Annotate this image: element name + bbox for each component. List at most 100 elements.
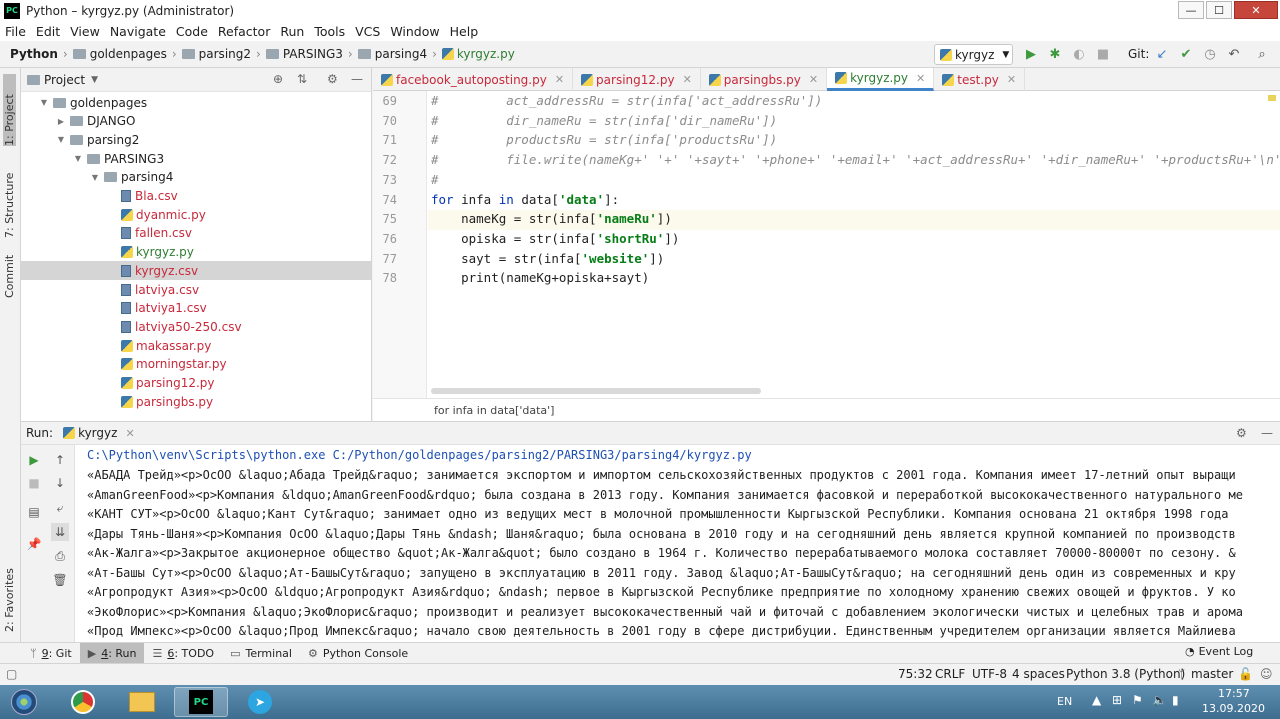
editor-tab[interactable]: facebook_autoposting.py ✕ — [373, 68, 574, 91]
search-icon[interactable]: ⌕ — [1254, 46, 1270, 62]
project-tool-button[interactable]: 1: Project — [3, 74, 16, 146]
code-line[interactable]: print(nameKg+opiska+sayt) — [431, 270, 649, 285]
git-commit-icon[interactable]: ✔ — [1178, 46, 1194, 62]
console-command[interactable]: C:\Python\venv\Scripts\python.exe C:/Pyt… — [87, 448, 752, 462]
tool-button-todo[interactable]: ☰ 6: TODO — [144, 643, 222, 664]
start-button[interactable] — [4, 687, 44, 717]
tool-button-run[interactable]: ▶ 4: Run — [79, 642, 145, 664]
tree-item[interactable]: kyrgyz.csv — [21, 261, 371, 281]
code-line[interactable]: # productsRu = str(infa['productsRu']) — [431, 132, 777, 147]
menu-window[interactable]: Window — [390, 24, 439, 39]
language-indicator[interactable]: EN — [1057, 695, 1072, 708]
tree-item[interactable]: ▼ goldenpages — [21, 93, 371, 112]
tool-button-terminal[interactable]: ▭ Terminal — [222, 643, 300, 664]
trash-icon[interactable]: 🗑 — [51, 571, 69, 589]
run-icon[interactable]: ▶ — [1023, 46, 1039, 62]
down-arrow-icon[interactable]: ↓ — [51, 474, 69, 492]
favorites-tool-button[interactable]: 2: Favorites — [3, 558, 16, 632]
tree-item[interactable]: Bla.csv — [21, 187, 371, 206]
run-console[interactable]: C:\Python\venv\Scripts\python.exe C:/Pyt… — [75, 445, 1280, 642]
code-line[interactable]: nameKg = str(infa['nameRu']) — [431, 211, 672, 226]
menu-vcs[interactable]: VCS — [355, 24, 380, 39]
event-log-button[interactable]: ◔ Event Log — [1185, 645, 1253, 658]
rollback-icon[interactable]: ↶ — [1226, 46, 1242, 62]
project-panel-title[interactable]: Project — [44, 73, 85, 87]
python-interpreter[interactable]: Python 3.8 (Python) — [1066, 667, 1185, 681]
tree-item[interactable]: dyanmic.py — [21, 205, 371, 224]
gear-icon[interactable]: ⚙ — [1236, 426, 1247, 440]
menu-code[interactable]: Code — [176, 24, 208, 39]
layout-icon[interactable]: ▤ — [25, 503, 43, 521]
breadcrumb-file[interactable]: kyrgyz.py — [457, 47, 515, 61]
history-icon[interactable]: ◷ — [1202, 46, 1218, 62]
git-branch[interactable]: master — [1191, 667, 1233, 681]
menu-edit[interactable]: Edit — [36, 24, 60, 39]
debug-icon[interactable]: ✱ — [1047, 46, 1063, 62]
tray-app-icon[interactable]: ⊞ — [1112, 693, 1122, 707]
expand-arrow-icon[interactable]: ▼ — [90, 173, 100, 182]
tree-item[interactable]: makassar.py — [21, 336, 371, 355]
tree-item[interactable]: morningstar.py — [21, 355, 371, 374]
scroll-to-end-icon[interactable]: ⇊ — [51, 523, 69, 541]
tree-item[interactable]: latviya.csv — [21, 280, 371, 299]
code-line[interactable]: opiska = str(infa['shortRu']) — [431, 231, 679, 246]
action-center-icon[interactable]: ⚑ — [1132, 693, 1143, 707]
menu-help[interactable]: Help — [450, 24, 479, 39]
print-icon[interactable]: ⎙ — [51, 547, 69, 565]
breadcrumb-parsing4[interactable]: parsing4 — [375, 47, 427, 61]
tool-button-pythonconsole[interactable]: ⚙ Python Console — [300, 643, 416, 664]
tree-item[interactable]: latviya1.csv — [21, 299, 371, 318]
lock-icon[interactable]: 🔓 — [1238, 667, 1253, 681]
pin-icon[interactable]: 📌 — [25, 535, 43, 553]
menu-view[interactable]: View — [70, 24, 100, 39]
tree-item[interactable]: ▶ DJANGO — [21, 112, 371, 131]
close-icon[interactable]: ✕ — [555, 73, 564, 86]
close-icon[interactable]: ✕ — [125, 427, 134, 440]
menu-refactor[interactable]: Refactor — [218, 24, 270, 39]
up-arrow-icon[interactable]: ↑ — [51, 451, 69, 469]
editor-breadcrumb[interactable]: for infa in data['data'] — [373, 398, 1280, 421]
collapse-arrow-icon[interactable]: ▶ — [56, 117, 66, 126]
horizontal-scrollbar[interactable] — [431, 388, 761, 394]
run-config-selector[interactable]: kyrgyz ▼ — [934, 44, 1013, 65]
caret-position[interactable]: 75:32 — [898, 667, 933, 681]
code-editor[interactable]: 69 70 71 72 73 74 75 76 77 78 # act_addressRu = s… — [373, 91, 1280, 398]
collapse-all-icon[interactable]: ⇅ — [297, 72, 307, 86]
close-icon[interactable]: ✕ — [809, 73, 818, 86]
tree-item[interactable]: parsingbs.py — [21, 392, 371, 411]
soft-wrap-icon[interactable]: ⤶ — [51, 499, 69, 517]
breadcrumb-parsing2[interactable]: parsing2 — [199, 47, 251, 61]
code-line[interactable]: # act_addressRu = str(infa['act_addressR… — [431, 93, 822, 108]
editor-tab[interactable]: parsingbs.py ✕ — [701, 68, 828, 91]
tray-arrow-icon[interactable]: ▲ — [1092, 693, 1101, 707]
code-line[interactable]: # dir_nameRu = str(infa['dir_nameRu']) — [431, 113, 777, 128]
file-encoding[interactable]: UTF-8 — [972, 667, 1007, 681]
run-tab-kyrgyz[interactable]: kyrgyz — [78, 426, 117, 440]
coverage-icon[interactable]: ◐ — [1071, 46, 1087, 62]
menu-navigate[interactable]: Navigate — [110, 24, 166, 39]
panel-toggle-icon[interactable]: ▢ — [6, 667, 17, 681]
tree-item[interactable]: ▼ PARSING3 — [21, 149, 371, 168]
tree-item[interactable]: fallen.csv — [21, 224, 371, 243]
maximize-button[interactable]: ☐ — [1206, 1, 1232, 19]
chevron-down-icon[interactable]: ▼ — [91, 75, 98, 85]
editor-tab[interactable]: kyrgyz.py ✕ — [827, 68, 935, 91]
tree-item[interactable]: parsing12.py — [21, 374, 371, 393]
tool-button-git[interactable]: ᛘ9: Git — [22, 643, 80, 664]
close-icon[interactable]: ✕ — [1007, 73, 1016, 86]
taskbar-explorer[interactable] — [115, 687, 169, 717]
taskbar-pycharm[interactable]: PC — [174, 687, 228, 717]
line-separator[interactable]: CRLF — [935, 667, 965, 681]
structure-tool-button[interactable]: 7: Structure — [3, 158, 16, 238]
close-button[interactable]: ✕ — [1234, 1, 1278, 19]
close-icon[interactable]: ✕ — [683, 73, 692, 86]
rerun-icon[interactable]: ▶ — [25, 451, 43, 469]
hide-icon[interactable]: — — [1261, 426, 1273, 440]
code-line[interactable]: for infa in data['data']: — [431, 192, 619, 207]
indent-setting[interactable]: 4 spaces — [1012, 667, 1065, 681]
volume-icon[interactable]: 🔈 — [1152, 693, 1167, 707]
tree-item[interactable]: latviya50-250.csv — [21, 317, 371, 336]
menu-run[interactable]: Run — [280, 24, 304, 39]
gear-icon[interactable]: ⚙ — [327, 72, 338, 86]
clock-date[interactable]: 13.09.2020 — [1202, 702, 1265, 715]
